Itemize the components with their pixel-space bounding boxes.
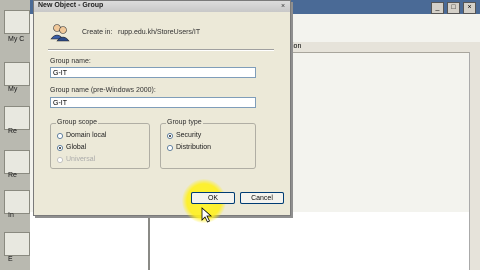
create-in-path: rupp.edu.kh/StoreUsers/IT — [118, 29, 201, 36]
group-name-pre2000-label: Group name (pre-Windows 2000): — [50, 87, 156, 94]
group-type-box: Group type Security Distribution — [160, 119, 256, 169]
group-type-title: Group type — [166, 119, 203, 126]
vertical-scrollbar[interactable] — [469, 52, 480, 270]
new-object-group-dialog: New Object - Group × Create in: rupp.edu… — [33, 0, 291, 223]
scope-universal-label: Universal — [66, 156, 96, 163]
radio-indicator-selected — [167, 132, 173, 139]
type-distribution-label: Distribution — [176, 144, 212, 151]
radio-indicator-selected — [57, 144, 63, 151]
dialog-title: New Object - Group — [38, 2, 104, 9]
my-network-icon[interactable] — [4, 62, 30, 86]
desktop-label-my-computer: My C — [8, 36, 25, 43]
minimize-icon[interactable]: _ — [431, 2, 444, 14]
dialog-title-bar[interactable]: New Object - Group × — [34, 1, 290, 12]
type-security-radio[interactable]: Security — [167, 132, 201, 139]
desktop-item-icon[interactable] — [4, 232, 30, 256]
divider — [48, 49, 274, 51]
desktop-label-internet: In — [8, 212, 14, 219]
scope-global-label: Global — [66, 144, 87, 151]
scope-domain-local-radio[interactable]: Domain local — [57, 132, 106, 139]
desktop-label-my-network: My — [8, 86, 18, 93]
close-icon[interactable]: × — [463, 2, 476, 14]
group-scope-box: Group scope Domain local Global Universa… — [50, 119, 150, 169]
desktop-shortcut-icon[interactable] — [4, 150, 30, 174]
group-name-field[interactable]: G-IT — [50, 67, 256, 78]
ok-button[interactable]: OK — [191, 192, 235, 204]
cancel-button[interactable]: Cancel — [240, 192, 284, 204]
window-controls: _ □ × — [431, 2, 476, 14]
close-icon[interactable]: × — [278, 2, 288, 11]
desktop-icon-strip: My C My Re Re In E — [0, 0, 34, 270]
radio-indicator-disabled — [57, 156, 63, 163]
list-column-header[interactable]: ion — [290, 42, 480, 53]
desktop-label-item: E — [8, 256, 13, 263]
scope-domain-local-label: Domain local — [66, 132, 107, 139]
create-in-label: Create in: — [82, 29, 113, 36]
internet-icon[interactable] — [4, 190, 30, 214]
mouse-pointer-icon — [201, 207, 213, 223]
my-computer-icon[interactable] — [4, 10, 30, 34]
type-distribution-radio[interactable]: Distribution — [167, 144, 211, 151]
group-scope-title: Group scope — [56, 119, 99, 126]
column-header-description: ion — [292, 43, 302, 50]
recycle-bin-icon[interactable] — [4, 106, 30, 130]
desktop-label-shortcut: Re — [8, 172, 17, 179]
group-name-label: Group name: — [50, 58, 91, 65]
maximize-icon[interactable]: □ — [447, 2, 460, 14]
scope-global-radio[interactable]: Global — [57, 144, 86, 151]
desktop-label-recycle: Re — [8, 128, 17, 135]
type-security-label: Security — [176, 132, 202, 139]
radio-indicator — [167, 144, 173, 151]
scope-universal-radio: Universal — [57, 156, 95, 163]
radio-indicator — [57, 132, 63, 139]
group-users-icon — [50, 24, 70, 42]
tree-pane[interactable] — [30, 212, 148, 270]
group-name-pre2000-field[interactable]: G-IT — [50, 97, 256, 108]
